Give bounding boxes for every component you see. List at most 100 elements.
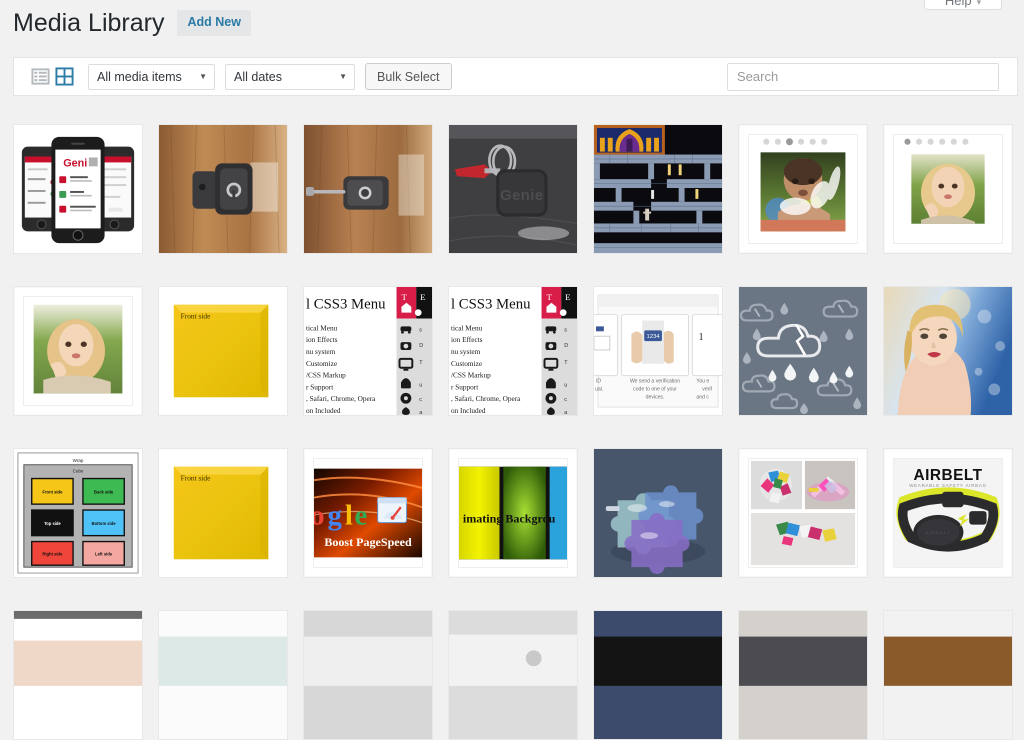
svg-text:Geni: Geni xyxy=(63,157,87,169)
media-item-blonde-girl-portrait-1[interactable] xyxy=(883,124,1013,254)
media-item-google-boost-pagespeed[interactable]: o g l e Boost PageSpeed xyxy=(303,448,433,578)
genie-lock-with-key-thumbnail xyxy=(304,125,432,253)
svg-text:ion Effects: ion Effects xyxy=(306,336,338,344)
media-item-blonde-girl-portrait-2[interactable] xyxy=(13,286,143,416)
media-item-yellow-sticky-note-front-2[interactable]: Front side xyxy=(158,448,288,578)
colored-puzzle-collage-thumbnail xyxy=(748,458,858,568)
svg-text:WEARABLE SAFETY AIRBAG: WEARABLE SAFETY AIRBAG xyxy=(909,483,987,488)
media-item-css3-menu-demo-2[interactable]: l CSS3 Menu tical Menu ion Effects nu sy… xyxy=(448,286,578,416)
css-cube-faces-diagram-thumbnail: Wrap Cube Front side Back side Top side … xyxy=(14,449,142,577)
media-item-blue-puzzle-pieces[interactable] xyxy=(593,448,723,578)
svg-text:and c: and c xyxy=(696,394,709,400)
svg-text:Left side: Left side xyxy=(95,551,113,556)
partial-row-item-3-thumbnail xyxy=(304,611,432,739)
partial-row-item-5-thumbnail xyxy=(594,611,722,739)
svg-text:Top side: Top side xyxy=(44,521,61,526)
media-item-partial-row-item-7[interactable] xyxy=(883,610,1013,740)
svg-text:Customize: Customize xyxy=(451,360,482,368)
genie-lock-on-wood-door-thumbnail xyxy=(159,125,287,253)
media-item-baby-splashing-water[interactable] xyxy=(738,124,868,254)
svg-text:T: T xyxy=(546,292,552,302)
blonde-woman-portrait-thumbnail xyxy=(884,287,1012,415)
svg-text:E: E xyxy=(420,292,425,302)
svg-text:You e: You e xyxy=(696,379,709,385)
yellow-sticky-note-front-thumbnail: Front side xyxy=(159,287,287,415)
svg-text:u: u xyxy=(564,382,567,388)
svg-text:1234: 1234 xyxy=(647,334,661,340)
search-input[interactable] xyxy=(727,62,999,91)
animating-background-thumbnail: imating Backgrou xyxy=(458,458,568,568)
svg-text:c: c xyxy=(564,397,567,403)
genie-keyfob-red-key-thumbnail: Genie xyxy=(449,125,577,253)
media-item-two-factor-verification[interactable]: 1234 1 ID ual. We send a verification cod… xyxy=(593,286,723,416)
svg-text:Bottom side: Bottom side xyxy=(92,521,117,526)
date-filter[interactable]: All dates ▼ xyxy=(225,63,355,90)
media-item-blonde-woman-portrait[interactable] xyxy=(883,286,1013,416)
svg-text:nu system: nu system xyxy=(451,348,481,356)
svg-text:g: g xyxy=(328,500,343,532)
svg-text:Front side: Front side xyxy=(181,312,211,321)
rain-clouds-pattern-thumbnail xyxy=(739,287,867,415)
media-item-css3-menu-demo-1[interactable]: l CSS3 Menu tical Menu ion Effects nu sy… xyxy=(303,286,433,416)
svg-text:We send a verification: We send a verification xyxy=(630,379,680,385)
svg-text:u: u xyxy=(419,382,422,388)
two-factor-verification-thumbnail: 1234 1 IDual. We send a verification cod… xyxy=(594,287,722,415)
svg-text:Boost PageSpeed: Boost PageSpeed xyxy=(324,535,412,549)
svg-text:Customize: Customize xyxy=(306,360,337,368)
media-item-partial-row-item-4[interactable] xyxy=(448,610,578,740)
svg-text:a: a xyxy=(564,410,567,415)
media-type-filter[interactable]: All media items ▼ xyxy=(88,63,215,90)
media-item-animating-background[interactable]: imating Backgrou xyxy=(448,448,578,578)
svg-text:AIRBELT: AIRBELT xyxy=(914,467,983,484)
svg-text:tical Menu: tical Menu xyxy=(306,324,338,332)
svg-text:c: c xyxy=(419,397,422,403)
svg-text:Wrap: Wrap xyxy=(73,458,84,463)
media-item-partial-row-item-3[interactable] xyxy=(303,610,433,740)
chevron-down-icon: ▼ xyxy=(199,72,207,81)
svg-text:s: s xyxy=(419,327,422,333)
partial-row-item-2-thumbnail xyxy=(159,611,287,739)
media-item-genie-keyfob-red-key[interactable]: Genie xyxy=(448,124,578,254)
media-item-colored-puzzle-collage[interactable] xyxy=(738,448,868,578)
media-item-genie-lock-with-key[interactable] xyxy=(303,124,433,254)
svg-text:Front side: Front side xyxy=(42,489,63,494)
svg-text:T: T xyxy=(401,292,407,302)
media-item-rain-clouds-pattern[interactable] xyxy=(738,286,868,416)
svg-text:nu system: nu system xyxy=(306,348,336,356)
media-item-airbelt-safety-airbag[interactable]: AIRBELT WEARABLE SAFETY AIRBAG AIRBELT xyxy=(883,448,1013,578)
svg-text:ion Effects: ion Effects xyxy=(451,336,483,344)
list-view-icon[interactable] xyxy=(31,67,50,86)
media-item-genie-app-phone-mockup[interactable]: Geni xyxy=(13,124,143,254)
svg-text:imating Backgrou: imating Backgrou xyxy=(463,512,556,526)
svg-text:r Support: r Support xyxy=(451,383,478,391)
svg-text:AIRBELT: AIRBELT xyxy=(926,530,951,535)
media-item-partial-row-item-1[interactable] xyxy=(13,610,143,740)
google-boost-pagespeed-thumbnail: o g l e Boost PageSpeed xyxy=(313,458,423,568)
svg-text:, Safari, Chrome, Opera: , Safari, Chrome, Opera xyxy=(451,395,521,403)
page-title: Media Library xyxy=(13,8,165,37)
svg-text:l CSS3 Menu: l CSS3 Menu xyxy=(451,297,531,313)
genie-app-phone-mockup-thumbnail: Geni xyxy=(14,125,142,253)
grid-view-icon[interactable] xyxy=(55,67,74,86)
baby-splashing-water-thumbnail xyxy=(748,134,858,244)
svg-text:Genie: Genie xyxy=(500,188,543,204)
media-item-genie-lock-on-wood-door[interactable] xyxy=(158,124,288,254)
svg-text:Right side: Right side xyxy=(42,551,63,556)
svg-text:on Included: on Included xyxy=(451,407,486,415)
svg-text:r Support: r Support xyxy=(306,383,333,391)
media-item-yellow-sticky-note-front[interactable]: Front side xyxy=(158,286,288,416)
svg-text:D: D xyxy=(419,343,423,349)
media-item-css-cube-faces-diagram[interactable]: Wrap Cube Front side Back side Top side … xyxy=(13,448,143,578)
svg-text:e: e xyxy=(355,500,368,532)
media-item-partial-row-item-6[interactable] xyxy=(738,610,868,740)
media-item-prince-of-persia-game[interactable] xyxy=(593,124,723,254)
media-item-partial-row-item-2[interactable] xyxy=(158,610,288,740)
svg-text:1: 1 xyxy=(698,331,703,343)
media-item-partial-row-item-5[interactable] xyxy=(593,610,723,740)
partial-row-item-6-thumbnail xyxy=(739,611,867,739)
svg-text:devices.: devices. xyxy=(646,394,665,400)
add-new-button[interactable]: Add New xyxy=(177,10,251,36)
bulk-select-button[interactable]: Bulk Select xyxy=(365,63,452,90)
blonde-girl-portrait-2-thumbnail xyxy=(23,296,133,406)
partial-row-item-7-thumbnail xyxy=(884,611,1012,739)
